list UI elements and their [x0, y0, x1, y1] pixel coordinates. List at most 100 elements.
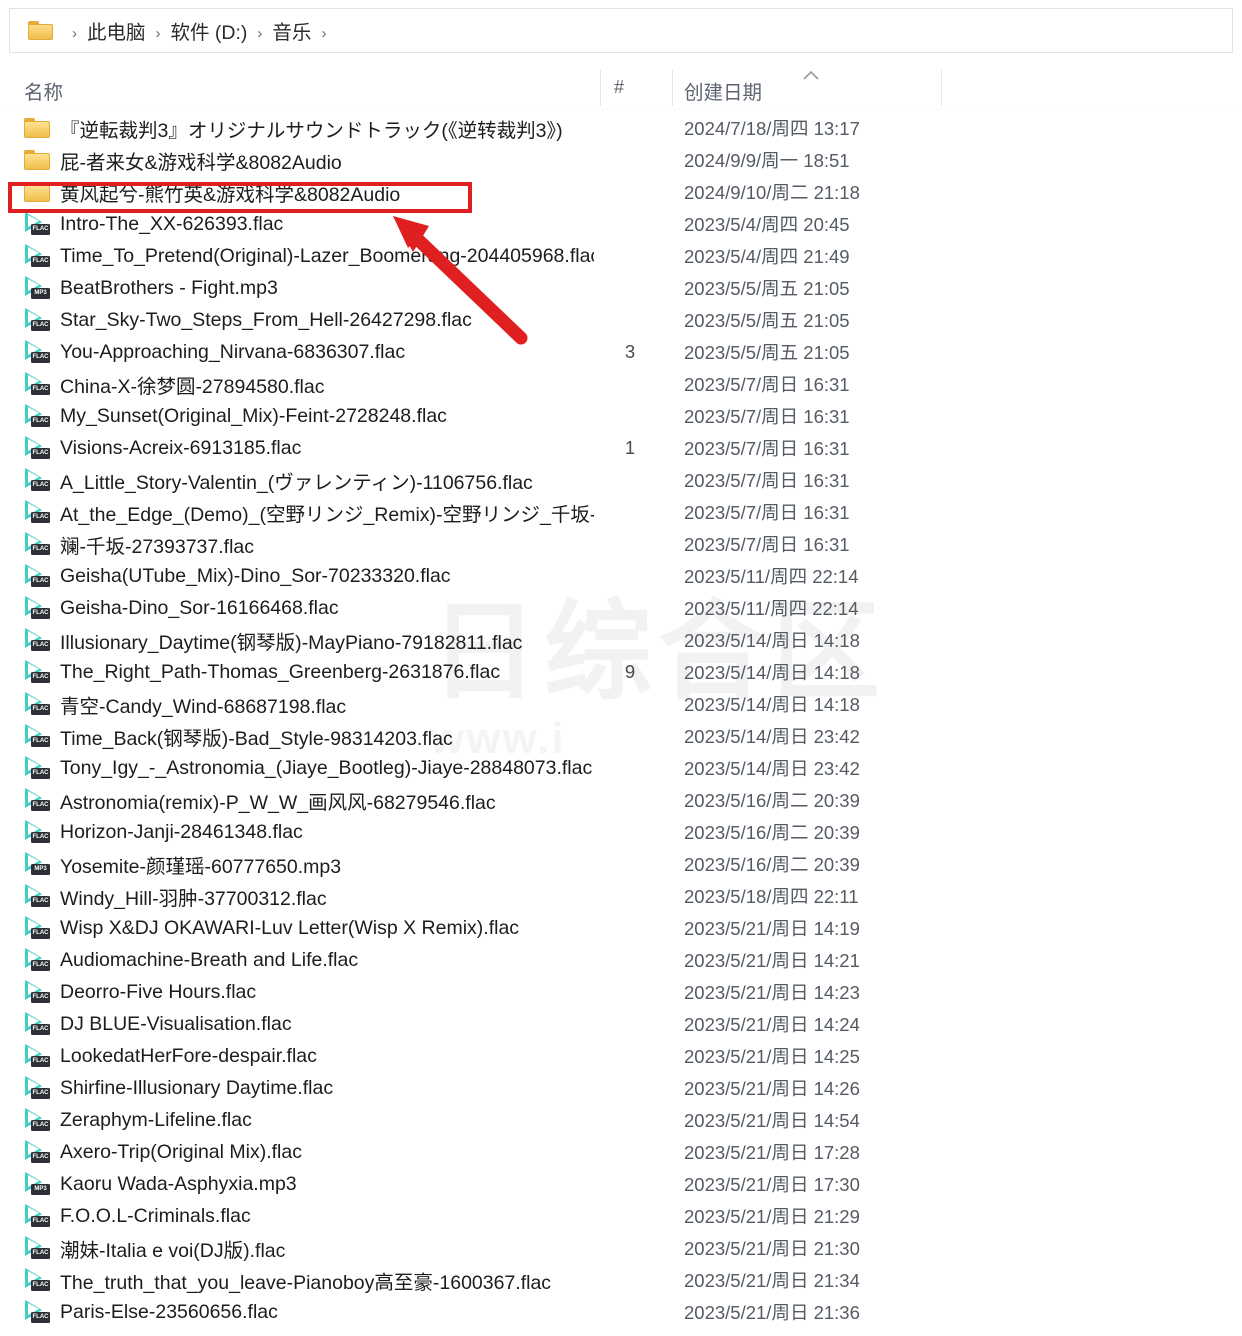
cell-name[interactable]: FLAC My_Sunset(Original_Mix)-Feint-272824… [24, 404, 594, 428]
cell-name[interactable]: FLAC Illusionary_Daytime(钢琴版)-MayPiano-79… [24, 626, 594, 655]
cell-name[interactable]: FLAC At_the_Edge_(Demo)_(空野リンジ_Remix)-空野リ… [24, 498, 594, 527]
cell-name[interactable]: FLAC The_truth_that_you_leave-Pianoboy高至豪… [24, 1266, 594, 1295]
cell-name[interactable]: FLAC DJ BLUE-Visualisation.flac [24, 1012, 594, 1036]
cell-name[interactable]: 屁-者来女&游戏科学&8082Audio [24, 146, 594, 175]
file-name: Tony_Igy_-_Astronomia_(Jiaye_Bootleg)-Ji… [60, 756, 593, 779]
cell-name[interactable]: 黄风起兮-熊竹英&游戏科学&8082Audio [24, 178, 594, 207]
table-row[interactable]: FLAC Wisp X&DJ OKAWARI-Luv Letter(Wisp X … [0, 912, 1242, 944]
table-row[interactable]: FLAC Astronomia(remix)-P_W_W_画风风-68279546… [0, 784, 1242, 816]
cell-name[interactable]: MP3 Kaoru Wada-Asphyxia.mp3 [24, 1172, 594, 1196]
table-row[interactable]: FLAC My_Sunset(Original_Mix)-Feint-272824… [0, 400, 1242, 432]
table-row[interactable]: FLAC A_Little_Story-Valentin_(ヴァレンティン)-11… [0, 464, 1242, 496]
table-row[interactable]: FLAC The_truth_that_you_leave-Pianoboy高至豪… [0, 1264, 1242, 1296]
breadcrumb-separator[interactable]: › [321, 25, 326, 42]
table-row[interactable]: FLAC Shirfine-Illusionary Daytime.flac 202… [0, 1072, 1242, 1104]
column-divider[interactable] [941, 70, 942, 106]
cell-name[interactable]: FLAC Paris-Else-23560656.flac [24, 1300, 594, 1324]
table-row[interactable]: FLAC The_Right_Path-Thomas_Greenberg-2631… [0, 656, 1242, 688]
cell-name[interactable]: FLAC Tony_Igy_-_Astronomia_(Jiaye_Bootleg… [24, 756, 594, 780]
cell-name[interactable]: FLAC China-X-徐梦圆-27894580.flac [24, 370, 594, 399]
table-row[interactable]: FLAC Geisha(UTube_Mix)-Dino_Sor-70233320.… [0, 560, 1242, 592]
table-row[interactable]: MP3 Yosemite-颜瑾瑶-60777650.mp3 2023/5/16/周二… [0, 848, 1242, 880]
audio-file-icon: FLAC [24, 788, 50, 812]
column-header-date[interactable]: 创建日期 [684, 76, 762, 105]
cell-created-date: 2023/5/7/周日 16:31 [684, 534, 850, 555]
table-row[interactable]: FLAC DJ BLUE-Visualisation.flac 2023/5/21/… [0, 1008, 1242, 1040]
column-header-number[interactable]: # [614, 77, 624, 98]
cell-name[interactable]: FLAC The_Right_Path-Thomas_Greenberg-2631… [24, 660, 594, 684]
table-row[interactable]: FLAC Geisha-Dino_Sor-16166468.flac 2023/5/… [0, 592, 1242, 624]
cell-name[interactable]: FLAC Windy_Hill-羽肿-37700312.flac [24, 882, 594, 911]
table-row[interactable]: FLAC You-Approaching_Nirvana-6836307.flac… [0, 336, 1242, 368]
column-divider[interactable] [672, 70, 673, 106]
cell-name[interactable]: FLAC You-Approaching_Nirvana-6836307.flac [24, 340, 594, 364]
folder-icon [24, 182, 50, 202]
table-row[interactable]: FLAC Audiomachine-Breath and Life.flac 202… [0, 944, 1242, 976]
table-row[interactable]: FLAC 斓-千坂-27393737.flac 2023/5/7/周日 16:31 [0, 528, 1242, 560]
table-row[interactable]: FLAC Deorro-Five Hours.flac 2023/5/21/周日 1… [0, 976, 1242, 1008]
cell-name[interactable]: MP3 BeatBrothers - Fight.mp3 [24, 276, 594, 300]
table-row[interactable]: FLAC Tony_Igy_-_Astronomia_(Jiaye_Bootleg… [0, 752, 1242, 784]
cell-name[interactable]: FLAC Audiomachine-Breath and Life.flac [24, 948, 594, 972]
audio-file-icon: FLAC [24, 724, 50, 748]
cell-name[interactable]: FLAC A_Little_Story-Valentin_(ヴァレンティン)-11… [24, 466, 594, 495]
column-header-name[interactable]: 名称 [24, 76, 63, 105]
file-format-badge: FLAC [31, 1024, 50, 1035]
cell-name[interactable]: FLAC LookedatHerFore-despair.flac [24, 1044, 594, 1068]
cell-name[interactable]: MP3 Yosemite-颜瑾瑶-60777650.mp3 [24, 850, 594, 879]
cell-name[interactable]: FLAC F.O.O.L-Criminals.flac [24, 1204, 594, 1228]
table-row[interactable]: FLAC Illusionary_Daytime(钢琴版)-MayPiano-79… [0, 624, 1242, 656]
table-row[interactable]: MP3 BeatBrothers - Fight.mp3 2023/5/5/周五 2… [0, 272, 1242, 304]
file-name: Star_Sky-Two_Steps_From_Hell-26427298.fl… [60, 308, 472, 331]
table-row[interactable]: FLAC Star_Sky-Two_Steps_From_Hell-2642729… [0, 304, 1242, 336]
cell-name[interactable]: FLAC 青空-Candy_Wind-68687198.flac [24, 690, 594, 719]
cell-name[interactable]: FLAC Geisha(UTube_Mix)-Dino_Sor-70233320.… [24, 564, 594, 588]
table-row[interactable]: FLAC Time_Back(钢琴版)-Bad_Style-98314203.fl… [0, 720, 1242, 752]
table-row[interactable]: FLAC F.O.O.L-Criminals.flac 2023/5/21/周日 2… [0, 1200, 1242, 1232]
table-row[interactable]: FLAC 青空-Candy_Wind-68687198.flac 2023/5/14… [0, 688, 1242, 720]
cell-name[interactable]: FLAC Visions-Acreix-6913185.flac [24, 436, 594, 460]
breadcrumb-bar[interactable]: › 此电脑 › 软件 (D:) › 音乐 › [9, 8, 1233, 53]
cell-name[interactable]: FLAC 潮妹-Italia e voi(DJ版).flac [24, 1234, 594, 1263]
table-row[interactable]: FLAC Zeraphym-Lifeline.flac 2023/5/21/周日 1… [0, 1104, 1242, 1136]
table-row[interactable]: FLAC 潮妹-Italia e voi(DJ版).flac 2023/5/21/周… [0, 1232, 1242, 1264]
table-row[interactable]: FLAC Windy_Hill-羽肿-37700312.flac 2023/5/18… [0, 880, 1242, 912]
table-row[interactable]: FLAC China-X-徐梦圆-27894580.flac 2023/5/7/周日… [0, 368, 1242, 400]
cell-name[interactable]: FLAC Wisp X&DJ OKAWARI-Luv Letter(Wisp X … [24, 916, 594, 940]
file-format-badge: FLAC [31, 256, 50, 267]
table-row[interactable]: FLAC Time_To_Pretend(Original)-Lazer_Boom… [0, 240, 1242, 272]
table-row[interactable]: FLAC LookedatHerFore-despair.flac 2023/5/2… [0, 1040, 1242, 1072]
table-row[interactable]: 屁-者来女&游戏科学&8082Audio 2024/9/9/周一 18:51 [0, 144, 1242, 176]
table-row[interactable]: FLAC Paris-Else-23560656.flac 2023/5/21/周日… [0, 1296, 1242, 1328]
table-row[interactable]: FLAC Intro-The_XX-626393.flac 2023/5/4/周四 … [0, 208, 1242, 240]
file-name: Zeraphym-Lifeline.flac [60, 1108, 252, 1131]
file-format-badge: FLAC [31, 1312, 50, 1323]
table-row[interactable]: MP3 Kaoru Wada-Asphyxia.mp3 2023/5/21/周日 1… [0, 1168, 1242, 1200]
cell-name[interactable]: FLAC Time_Back(钢琴版)-Bad_Style-98314203.fl… [24, 722, 594, 751]
cell-name[interactable]: FLAC Zeraphym-Lifeline.flac [24, 1108, 594, 1132]
column-divider[interactable] [600, 70, 601, 106]
table-row[interactable]: FLAC Visions-Acreix-6913185.flac 1 2023/5/7… [0, 432, 1242, 464]
cell-name[interactable]: 『逆転裁判3』オリジナルサウンドトラック(《逆转裁判3》) [24, 114, 594, 143]
table-row[interactable]: FLAC Horizon-Janji-28461348.flac 2023/5/16… [0, 816, 1242, 848]
audio-file-icon: FLAC [24, 916, 50, 940]
cell-name[interactable]: FLAC 斓-千坂-27393737.flac [24, 530, 594, 559]
breadcrumb-item-1[interactable]: 此电脑 [87, 22, 146, 44]
cell-name[interactable]: FLAC Intro-The_XX-626393.flac [24, 212, 594, 236]
table-row[interactable]: FLAC At_the_Edge_(Demo)_(空野リンジ_Remix)-空野リ… [0, 496, 1242, 528]
cell-created-date: 2023/5/21/周日 14:26 [684, 1078, 860, 1099]
cell-name[interactable]: FLAC Horizon-Janji-28461348.flac [24, 820, 594, 844]
table-row[interactable]: FLAC Axero-Trip(Original Mix).flac 2023/5/… [0, 1136, 1242, 1168]
breadcrumb-item-2[interactable]: 软件 (D:) [171, 22, 248, 44]
cell-name[interactable]: FLAC Star_Sky-Two_Steps_From_Hell-2642729… [24, 308, 594, 332]
cell-name[interactable]: FLAC Geisha-Dino_Sor-16166468.flac [24, 596, 594, 620]
breadcrumb-item-3[interactable]: 音乐 [272, 22, 311, 44]
cell-name[interactable]: FLAC Shirfine-Illusionary Daytime.flac [24, 1076, 594, 1100]
cell-name[interactable]: FLAC Axero-Trip(Original Mix).flac [24, 1140, 594, 1164]
cell-name[interactable]: FLAC Time_To_Pretend(Original)-Lazer_Boom… [24, 244, 594, 268]
table-row[interactable]: 黄风起兮-熊竹英&游戏科学&8082Audio 2024/9/10/周二 21:1… [0, 176, 1242, 208]
audio-file-icon: FLAC [24, 404, 50, 428]
cell-name[interactable]: FLAC Deorro-Five Hours.flac [24, 980, 594, 1004]
table-row[interactable]: 『逆転裁判3』オリジナルサウンドトラック(《逆转裁判3》) 2024/7/18/周… [0, 112, 1242, 144]
cell-name[interactable]: FLAC Astronomia(remix)-P_W_W_画风风-68279546… [24, 786, 594, 815]
